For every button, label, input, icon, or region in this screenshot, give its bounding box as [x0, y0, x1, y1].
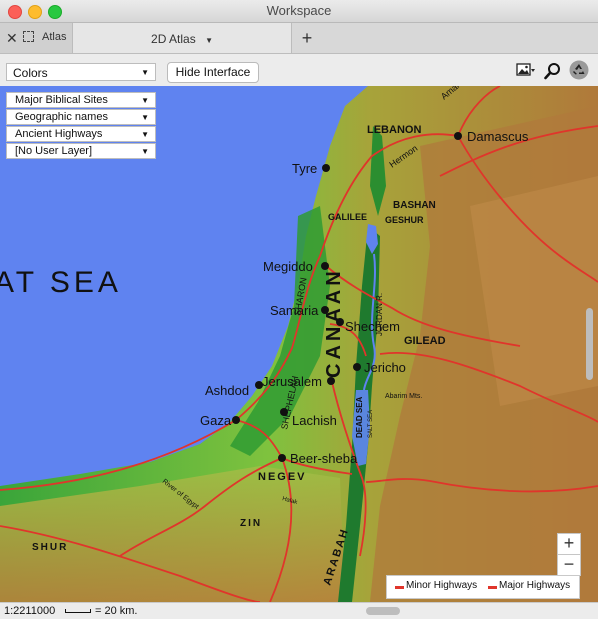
- recycle-icon[interactable]: [569, 60, 589, 83]
- layer-select-highways[interactable]: Ancient Highways ▼: [6, 126, 156, 142]
- region-label: Abarim Mts.: [385, 393, 422, 400]
- sea-label: AT SEA: [0, 266, 122, 299]
- chevron-down-icon[interactable]: ▼: [205, 36, 213, 45]
- tab-atlas[interactable]: ✕ Atlas: [0, 23, 73, 53]
- major-highway-swatch: [488, 586, 497, 589]
- svg-text:Megiddo: Megiddo: [263, 259, 313, 274]
- vertical-scrollbar[interactable]: [586, 308, 593, 380]
- region-label: SHUR: [32, 542, 68, 553]
- scale-bar: [65, 609, 91, 613]
- status-bar: 1:2211000 = 20 km.: [0, 602, 598, 619]
- scale-label: = 20 km.: [95, 605, 138, 617]
- zoom-in-button[interactable]: +: [557, 533, 581, 555]
- svg-text:Tyre: Tyre: [292, 161, 317, 176]
- tab-atlas-label: Atlas: [42, 31, 67, 43]
- search-icon[interactable]: [544, 62, 562, 83]
- chevron-down-icon: ▼: [141, 68, 149, 77]
- chevron-down-icon: ▼: [141, 147, 149, 156]
- region-label: GILEAD: [404, 335, 446, 347]
- svg-text:Samaria: Samaria: [270, 303, 319, 318]
- svg-text:Jericho: Jericho: [364, 360, 406, 375]
- close-icon[interactable]: ✕: [6, 30, 18, 47]
- zoom-out-button[interactable]: −: [557, 554, 581, 576]
- svg-text:Shechem: Shechem: [345, 319, 400, 334]
- legend: Minor Highways Major Highways: [386, 575, 580, 599]
- scale-ratio: 1:2211000: [4, 605, 56, 617]
- svg-text:Ashdod: Ashdod: [205, 383, 249, 398]
- map-view[interactable]: AT SEA LEBANON BASHAN GESHUR GALILEE CAN…: [0, 86, 598, 602]
- region-label: SALT SEA: [368, 410, 374, 438]
- colors-select[interactable]: Colors ▼: [6, 63, 156, 81]
- site-shechem[interactable]: Shechem: [336, 318, 400, 334]
- layer-select-sites[interactable]: Major Biblical Sites ▼: [6, 92, 156, 108]
- chevron-down-icon: ▼: [141, 113, 149, 122]
- horizontal-scrollbar[interactable]: [366, 607, 400, 615]
- region-label: GALILEE: [328, 212, 367, 222]
- layer-select-user[interactable]: [No User Layer] ▼: [6, 143, 156, 159]
- hide-interface-button[interactable]: Hide Interface: [167, 62, 259, 83]
- add-tab-button[interactable]: +: [292, 23, 322, 53]
- svg-text:Damascus: Damascus: [467, 129, 529, 144]
- legend-major-label: Major Highways: [499, 580, 571, 591]
- image-export-icon[interactable]: [516, 62, 536, 81]
- legend-minor-label: Minor Highways: [406, 580, 478, 591]
- window-title: Workspace: [266, 3, 332, 18]
- svg-text:Beer-sheba: Beer-sheba: [290, 451, 358, 466]
- tab-bar: ✕ Atlas 2D Atlas ▼ +: [0, 23, 598, 54]
- region-label: BASHAN: [393, 200, 436, 211]
- region-label: DEAD SEA: [355, 396, 364, 438]
- toolbar: Colors ▼ Hide Interface: [0, 54, 598, 87]
- tab-2d-atlas[interactable]: 2D Atlas ▼: [73, 23, 292, 53]
- chevron-down-icon: ▼: [141, 96, 149, 105]
- region-label: GESHUR: [385, 215, 424, 225]
- svg-text:Lachish: Lachish: [292, 413, 337, 428]
- site-beer-sheba[interactable]: Beer-sheba: [278, 451, 358, 466]
- expand-icon[interactable]: [23, 31, 34, 42]
- layer-select-names[interactable]: Geographic names ▼: [6, 109, 156, 125]
- svg-text:Jerusalem: Jerusalem: [262, 374, 322, 389]
- region-label: NEGEV: [258, 471, 307, 483]
- region-label: ZIN: [240, 518, 262, 529]
- chevron-down-icon: ▼: [141, 130, 149, 139]
- minor-highway-swatch: [395, 586, 404, 589]
- title-bar: Workspace: [0, 0, 598, 23]
- svg-text:Gaza: Gaza: [200, 413, 232, 428]
- tab-2d-atlas-label: 2D Atlas ▼: [151, 32, 213, 46]
- region-label: LEBANON: [367, 124, 421, 136]
